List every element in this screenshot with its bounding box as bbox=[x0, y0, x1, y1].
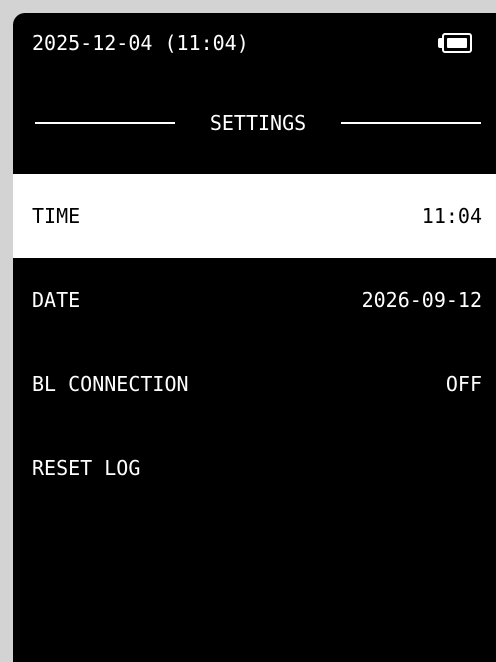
battery-fill bbox=[447, 38, 467, 48]
settings-header: SETTINGS bbox=[13, 103, 496, 143]
menu-item-value: 2026-09-12 bbox=[361, 288, 482, 312]
menu-item-reset-log[interactable]: RESET LOG bbox=[13, 426, 496, 510]
menu-item-time[interactable]: TIME 11:04 bbox=[13, 174, 496, 258]
battery-body bbox=[442, 33, 472, 53]
page-title: SETTINGS bbox=[209, 111, 307, 135]
header-divider-right bbox=[341, 122, 481, 124]
menu-item-label: RESET LOG bbox=[32, 456, 141, 480]
menu-item-label: BL CONNECTION bbox=[32, 372, 189, 396]
menu-item-label: TIME bbox=[32, 204, 81, 228]
menu-item-bl-connection[interactable]: BL CONNECTION OFF bbox=[13, 342, 496, 426]
status-bar: 2025-12-04 (11:04) bbox=[13, 13, 496, 75]
menu-item-value: 11:04 bbox=[421, 204, 482, 228]
status-datetime: 2025-12-04 (11:04) bbox=[32, 31, 249, 55]
menu-item-date[interactable]: DATE 2026-09-12 bbox=[13, 258, 496, 342]
battery-full-icon bbox=[438, 33, 472, 53]
device-screen: 2025-12-04 (11:04) SETTINGS TIME 11:04 D… bbox=[13, 13, 496, 662]
menu-item-value: OFF bbox=[445, 372, 482, 396]
settings-menu: TIME 11:04 DATE 2026-09-12 BL CONNECTION… bbox=[13, 174, 496, 510]
menu-item-label: DATE bbox=[32, 288, 81, 312]
header-divider-left bbox=[35, 122, 175, 124]
